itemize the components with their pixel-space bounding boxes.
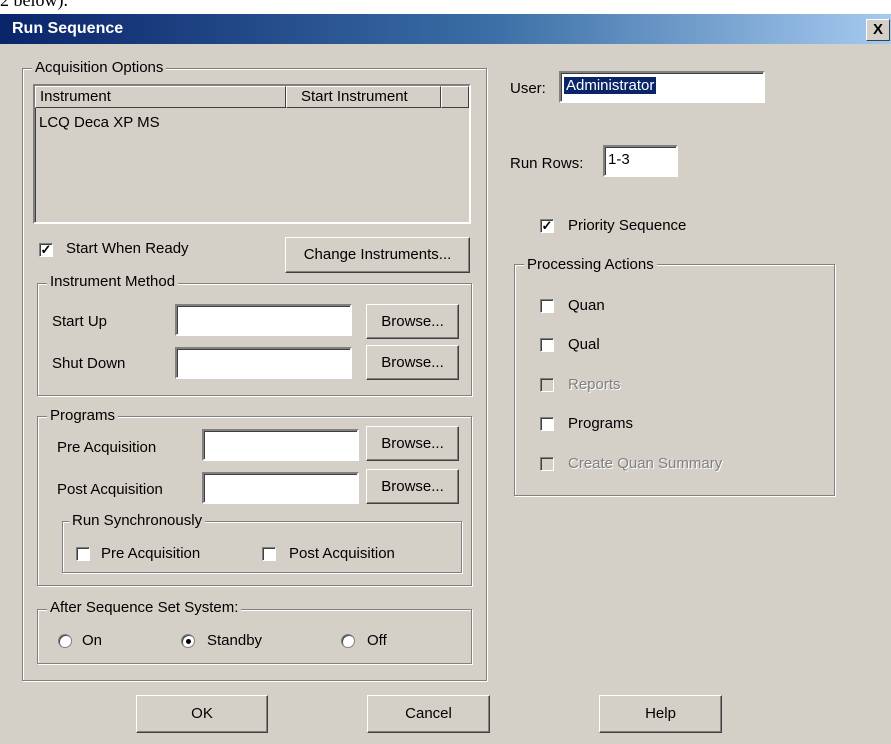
instrument-method-legend: Instrument Method	[47, 273, 179, 290]
cancel-button[interactable]: Cancel	[367, 695, 490, 733]
start-up-label: Start Up	[52, 313, 108, 330]
start-when-ready-checkbox[interactable]: ✓	[39, 243, 53, 257]
run-synchronously-legend: Run Synchronously	[69, 512, 206, 529]
column-header-instrument[interactable]: Instrument	[35, 86, 286, 108]
shut-down-label: Shut Down	[52, 355, 126, 372]
sync-post-acquisition-checkbox[interactable]	[262, 547, 276, 561]
close-button[interactable]: X	[866, 19, 890, 41]
after-sequence-legend: After Sequence Set System:	[47, 599, 242, 616]
pre-acquisition-field[interactable]	[202, 429, 359, 461]
radio-on-label: On	[82, 632, 103, 649]
pre-acquisition-browse-button[interactable]: Browse...	[366, 426, 459, 461]
instrument-row-name[interactable]: LCQ Deca XP MS	[39, 114, 160, 131]
qual-label: Qual	[568, 336, 600, 353]
sync-pre-acquisition-label: Pre Acquisition	[101, 545, 201, 562]
reports-label: Reports	[568, 376, 621, 393]
radio-selected-dot	[186, 639, 191, 644]
ok-button[interactable]: OK	[136, 695, 268, 733]
quan-label: Quan	[568, 297, 605, 314]
user-label: User:	[510, 80, 546, 97]
start-up-browse-button[interactable]: Browse...	[366, 304, 459, 339]
post-acquisition-label: Post Acquisition	[57, 481, 163, 498]
qual-checkbox[interactable]	[540, 338, 554, 352]
dialog-title: Run Sequence	[12, 20, 124, 37]
radio-off-label: Off	[367, 632, 387, 649]
pre-acquisition-label: Pre Acquisition	[57, 439, 157, 456]
sync-post-acquisition-label: Post Acquisition	[289, 545, 395, 562]
sync-pre-acquisition-checkbox[interactable]	[76, 547, 90, 561]
document-fragment-text: 2 below).	[0, 0, 68, 10]
radio-standby-label: Standby	[207, 632, 263, 649]
user-field[interactable]: Administrator	[559, 71, 765, 103]
create-quan-summary-label: Create Quan Summary	[568, 455, 723, 472]
run-rows-label: Run Rows:	[510, 155, 584, 172]
instrument-list[interactable]: Instrument Start Instrument LCQ Deca XP …	[33, 84, 471, 224]
shut-down-field[interactable]	[175, 347, 352, 379]
column-header-start-instrument[interactable]: Start Instrument	[286, 86, 441, 108]
title-bar	[0, 14, 891, 44]
create-quan-summary-checkbox	[540, 457, 554, 471]
column-header-filler	[441, 86, 469, 108]
radio-off[interactable]	[341, 634, 355, 648]
programs-checkbox[interactable]	[540, 417, 554, 431]
start-up-field[interactable]	[175, 304, 352, 336]
reports-checkbox	[540, 378, 554, 392]
priority-sequence-label: Priority Sequence	[568, 217, 687, 234]
programs-label: Programs	[568, 415, 634, 432]
user-value: Administrator	[564, 77, 657, 94]
run-rows-field[interactable]: 1-3	[603, 145, 678, 177]
programs-legend: Programs	[47, 407, 119, 424]
change-instruments-button[interactable]: Change Instruments...	[285, 237, 470, 273]
priority-sequence-checkbox[interactable]: ✓	[540, 219, 554, 233]
help-button[interactable]: Help	[599, 695, 722, 733]
quan-checkbox[interactable]	[540, 299, 554, 313]
radio-standby[interactable]	[181, 634, 195, 648]
post-acquisition-field[interactable]	[202, 472, 359, 504]
acquisition-options-legend: Acquisition Options	[32, 59, 167, 76]
start-when-ready-label: Start When Ready	[66, 240, 189, 257]
processing-actions-legend: Processing Actions	[524, 256, 657, 273]
document-fragment: 2 below).	[0, 0, 891, 14]
shut-down-browse-button[interactable]: Browse...	[366, 345, 459, 380]
radio-on[interactable]	[58, 634, 72, 648]
post-acquisition-browse-button[interactable]: Browse...	[366, 469, 459, 504]
